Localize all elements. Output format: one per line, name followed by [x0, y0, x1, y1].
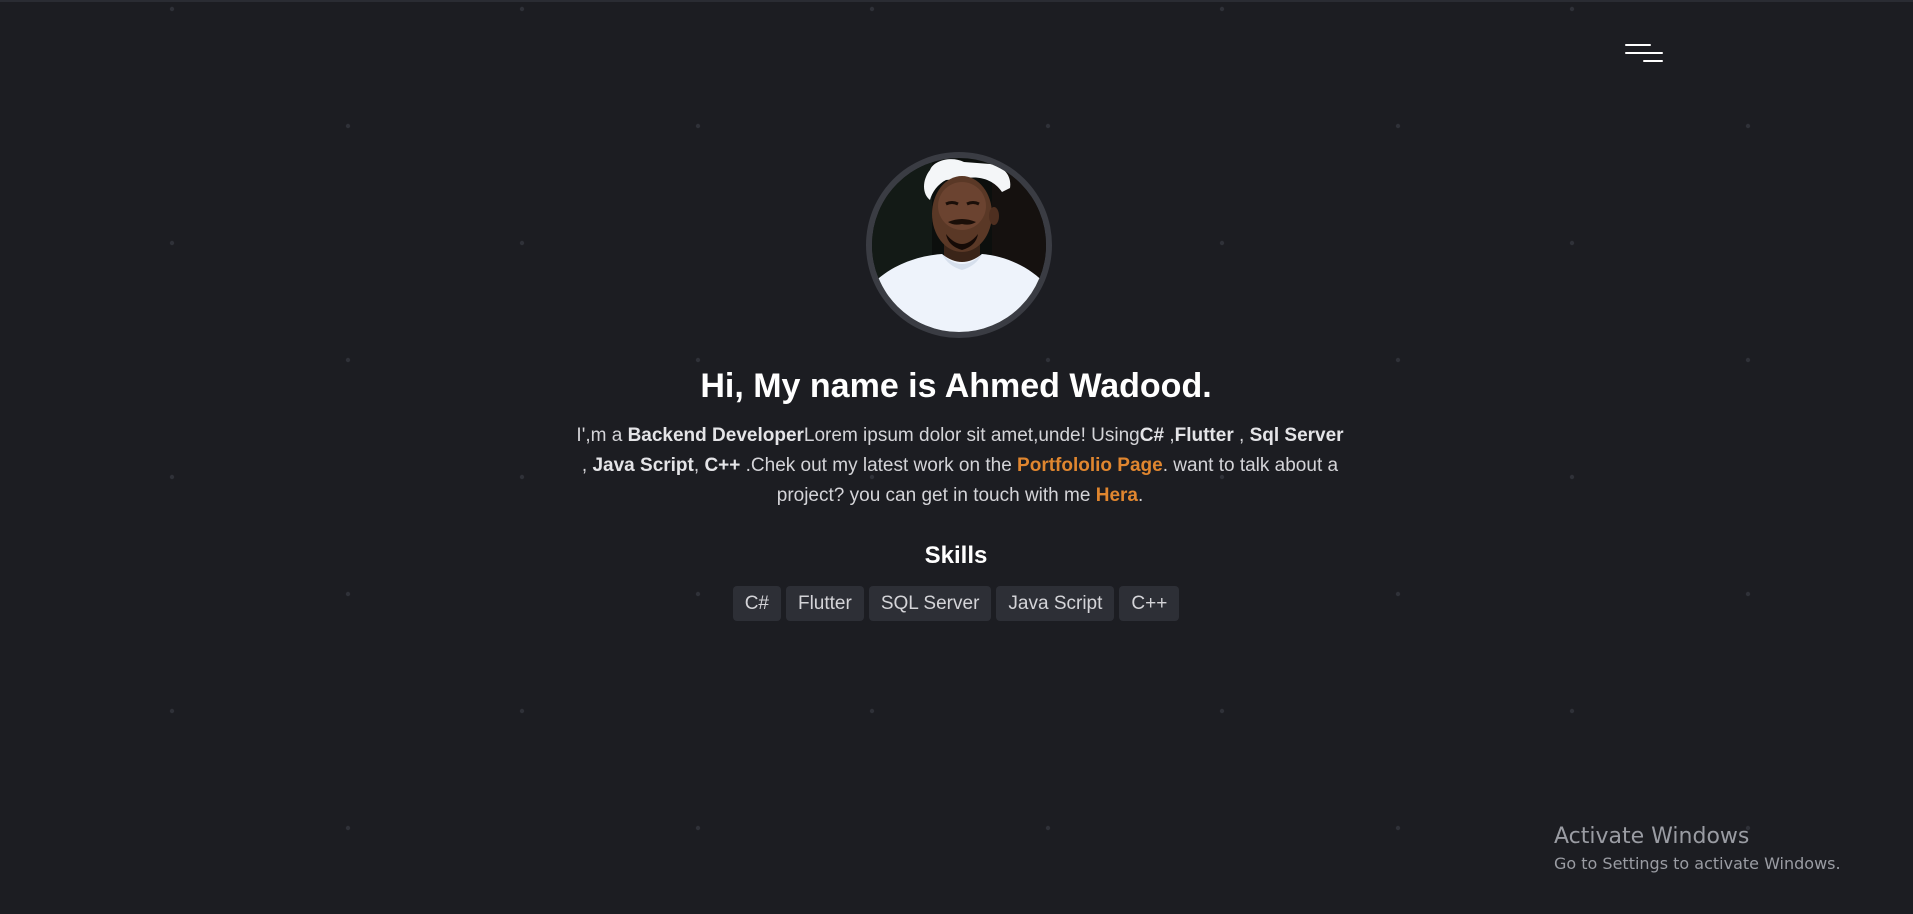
skills-title: Skills: [924, 542, 988, 569]
bio-separator: ,: [693, 455, 705, 476]
activate-windows-watermark: Activate Windows Go to Settings to activ…: [1554, 822, 1841, 876]
bio-end: .: [1137, 485, 1144, 506]
skill-chip-flutter: Flutter: [785, 586, 864, 621]
skill-chip-csharp: C#: [732, 586, 781, 621]
bio-separator: ,: [1233, 425, 1250, 446]
bio-middle: .Chek out my latest work on the: [740, 455, 1018, 476]
skill-chip-sql-server: SQL Server: [868, 586, 992, 621]
bio-tech-csharp: C#: [1139, 425, 1165, 446]
watermark-subtitle: Go to Settings to activate Windows.: [1554, 854, 1841, 873]
menu-line: [1625, 52, 1663, 54]
bio-separator: ,: [581, 455, 593, 476]
watermark-title: Activate Windows: [1554, 824, 1750, 849]
skills-list: C# Flutter SQL Server Java Script C++: [456, 586, 1456, 621]
menu-icon[interactable]: [1622, 40, 1666, 70]
menu-line: [1625, 44, 1651, 46]
skill-chip-java-script: Java Script: [996, 586, 1115, 621]
bio-tech-flutter: Flutter: [1174, 425, 1234, 446]
top-border: [0, 0, 1913, 2]
bio-tech-sql-server: Sql Server: [1249, 425, 1344, 446]
bio-paragraph: I',m a Backend DeveloperLorem ipsum dolo…: [576, 421, 1344, 511]
portfolio-link[interactable]: Portfololio Page: [1017, 455, 1163, 476]
bio-tech-cpp: C++: [704, 455, 741, 476]
page-title: Hi, My name is Ahmed Wadood.: [700, 367, 1212, 405]
profile-photo: [872, 158, 1046, 332]
contact-link[interactable]: Hera: [1096, 485, 1138, 506]
bio-role: Backend Developer: [627, 425, 804, 446]
bio-intro: I',m a: [576, 425, 628, 446]
bio-tech-java-script: Java Script: [592, 455, 694, 476]
skill-chip-cpp: C++: [1119, 586, 1180, 621]
menu-line: [1643, 60, 1663, 62]
profile-avatar: [866, 152, 1052, 338]
bio-lorem: Lorem ipsum dolor sit amet,unde! Using: [803, 425, 1140, 446]
bio-separator: ,: [1164, 425, 1175, 446]
